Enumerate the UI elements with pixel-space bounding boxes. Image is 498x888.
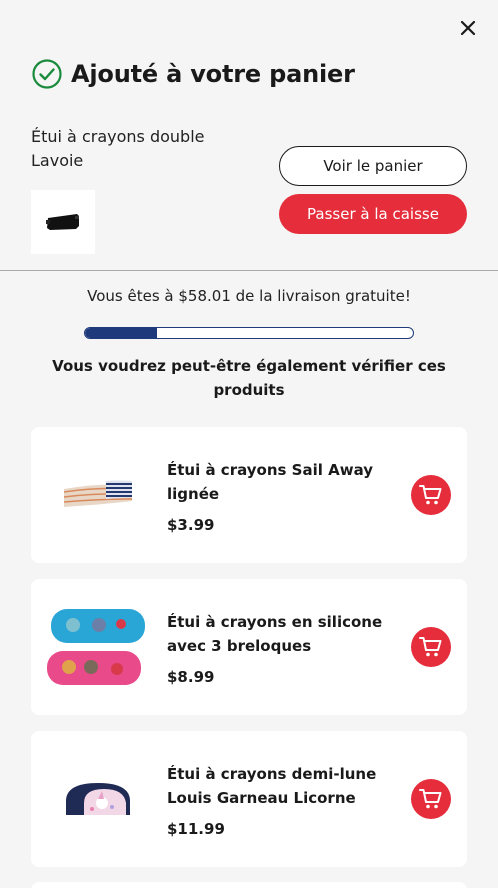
- product-price: $8.99: [167, 668, 215, 686]
- close-icon: [460, 20, 476, 36]
- add-to-cart-button[interactable]: [411, 475, 451, 515]
- shopping-cart-icon: [419, 789, 442, 809]
- shipping-progress-bar: [84, 327, 414, 339]
- product-card[interactable]: [31, 882, 467, 888]
- page-title: Ajouté à votre panier: [71, 60, 355, 88]
- divider: [0, 270, 498, 271]
- recommendations-title: Vous voudrez peut-être également vérifie…: [52, 357, 446, 399]
- product-name[interactable]: Étui à crayons Sail Away lignée: [167, 458, 387, 506]
- product-card[interactable]: Étui à crayons en silicone avec 3 breloq…: [31, 579, 467, 715]
- added-item-image: [31, 190, 95, 254]
- view-cart-button[interactable]: Voir le panier: [279, 146, 467, 186]
- product-name[interactable]: Étui à crayons en silicone avec 3 breloq…: [167, 610, 387, 658]
- product-card[interactable]: Étui à crayons Sail Away lignée $3.99: [31, 427, 467, 563]
- added-item-name: Étui à crayons double Lavoie: [31, 127, 205, 170]
- product-card[interactable]: Étui à crayons demi-lune Louis Garneau L…: [31, 731, 467, 867]
- product-price: $11.99: [167, 820, 225, 838]
- checkout-button[interactable]: Passer à la caisse: [279, 194, 467, 234]
- product-image: [47, 597, 149, 697]
- shopping-cart-icon: [419, 637, 442, 657]
- check-circle-icon: [32, 59, 62, 89]
- product-image: [47, 749, 149, 849]
- product-image: [47, 445, 149, 545]
- add-to-cart-button[interactable]: [411, 779, 451, 819]
- shipping-progress-fill: [85, 328, 158, 338]
- add-to-cart-button[interactable]: [411, 627, 451, 667]
- product-price: $3.99: [167, 516, 215, 534]
- product-name[interactable]: Étui à crayons demi-lune Louis Garneau L…: [167, 762, 387, 810]
- shopping-cart-icon: [419, 485, 442, 505]
- free-shipping-message: Vous êtes à $58.01 de la livraison gratu…: [87, 287, 411, 305]
- close-button[interactable]: [456, 16, 480, 40]
- header: Ajouté à votre panier: [31, 58, 355, 90]
